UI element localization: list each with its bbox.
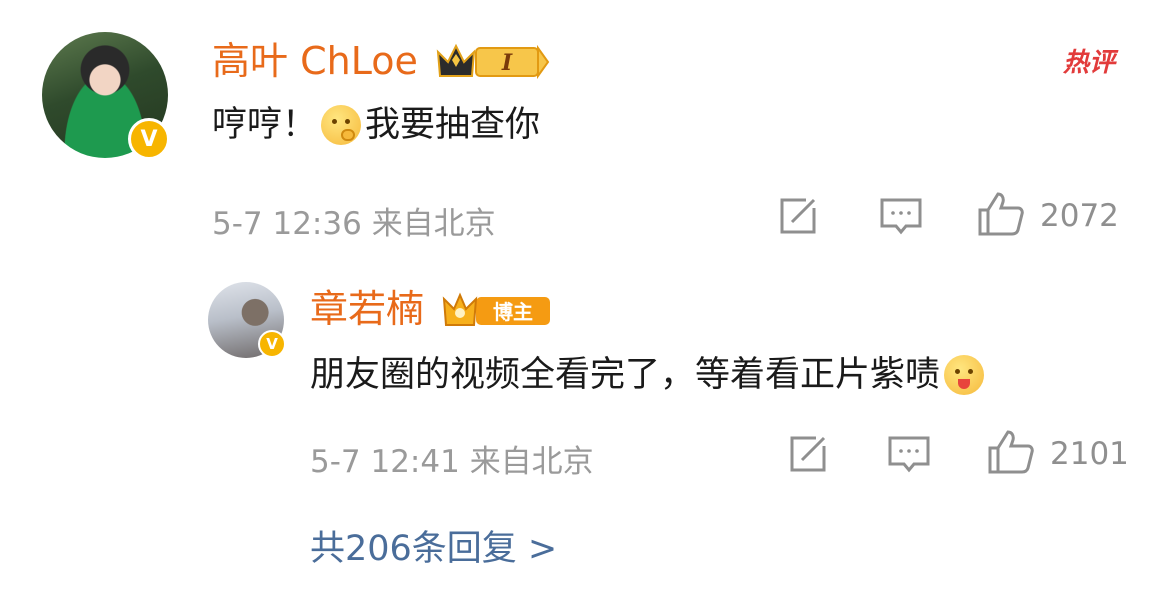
reply-meta: 5-7 12:41 来自北京 [310, 436, 594, 481]
verified-badge-icon: V [128, 118, 170, 160]
level-badge-text: I [501, 50, 513, 76]
role-badge-text: 博主 [493, 300, 533, 324]
crown-level-badge-icon[interactable]: I [432, 40, 550, 82]
comment-icon[interactable] [886, 432, 932, 476]
reply-time: 5-7 12:41 [310, 444, 460, 480]
comment-text-part1: 哼哼！ [212, 105, 318, 145]
comment-time: 5-7 12:36 [212, 206, 362, 242]
reply-location: 来自北京 [469, 444, 594, 480]
reply-like-count: 2101 [1050, 436, 1129, 472]
reply-user-name[interactable]: 章若楠 [310, 290, 424, 328]
verified-badge-icon: V [258, 330, 286, 358]
comment-location: 来自北京 [371, 206, 496, 242]
comment-text: 哼哼！ 我要抽查你 [212, 104, 540, 146]
view-more-replies-link[interactable]: 共206条回复 > [310, 520, 557, 571]
tongue-face-emoji-icon [944, 355, 985, 395]
comment-text-part2: 我要抽查你 [365, 105, 541, 145]
reply-text: 朋友圈的视频全看完了，等着看正片紫啧 [310, 354, 988, 396]
like-thumb-icon[interactable] [986, 428, 1036, 476]
comment-meta: 5-7 12:36 来自北京 [212, 198, 496, 243]
comment-like-count: 2072 [1040, 198, 1119, 234]
hot-comment-tag: 热评 [1062, 47, 1115, 78]
reply-text-part1: 朋友圈的视频全看完了，等着看正片紫啧 [310, 355, 941, 395]
comment-icon[interactable] [878, 194, 924, 238]
blogger-badge-icon[interactable]: 博主 [440, 289, 552, 331]
like-thumb-icon[interactable] [976, 190, 1026, 238]
repost-icon[interactable] [776, 194, 820, 238]
thinking-face-emoji-icon [321, 105, 362, 145]
comment-user-name[interactable]: 高叶 ChLoe [212, 42, 418, 80]
repost-icon[interactable] [786, 432, 830, 476]
